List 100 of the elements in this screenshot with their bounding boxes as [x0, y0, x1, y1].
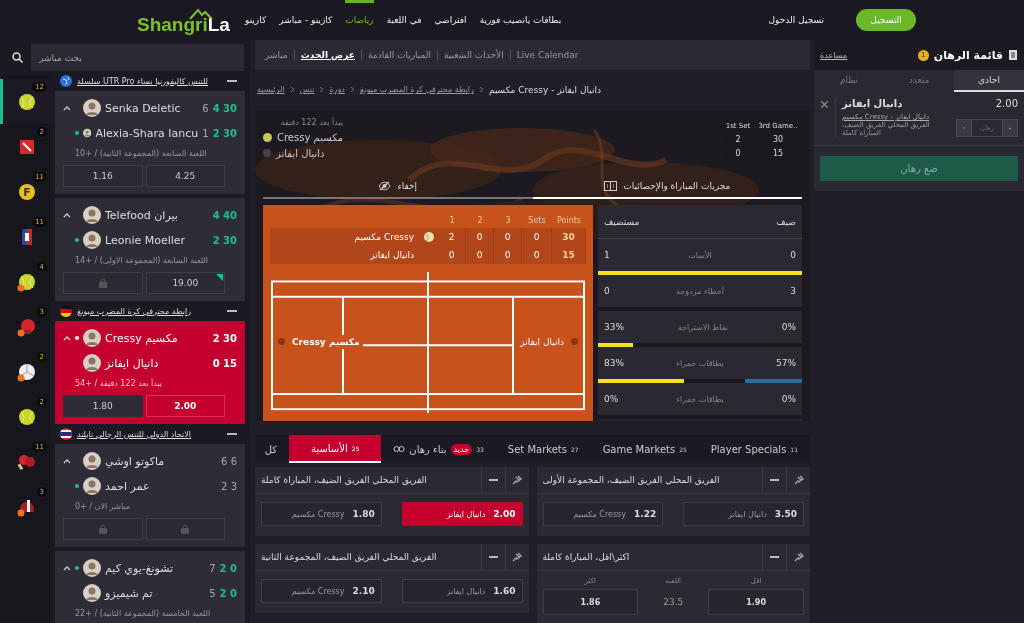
column-header: 3	[504, 215, 512, 228]
nav-link[interactable]: كازينو - مباشر	[279, 0, 333, 40]
subnav-tab[interactable]: المباريات القادمة	[361, 49, 437, 60]
odds-button[interactable]: 19.00	[145, 272, 225, 294]
help-link[interactable]: مساعدة	[820, 50, 848, 60]
player-name: Telefood بيران	[105, 208, 179, 222]
odds-button[interactable]: 4.25	[145, 165, 225, 187]
league-link[interactable]: رابطة محترفي كرة المضرب مبونغ	[77, 306, 222, 316]
stat-value: 0%	[781, 322, 796, 333]
stat-value: 3	[790, 286, 796, 297]
nav-link[interactable]: افتراضي	[434, 0, 467, 40]
player-name: عمر احمد	[105, 479, 151, 493]
stat-value: 0%	[604, 394, 619, 405]
league-link[interactable]: الاتحاد الدولي للتنس الرجالي تايلند	[77, 429, 222, 439]
player-name: Senka Deletic	[105, 101, 182, 115]
stat-label: بطاقات حمراء	[676, 358, 724, 368]
player-name: تشونغ-يوي كيم	[105, 561, 175, 575]
away-label: ضيف	[776, 216, 796, 227]
breadcrumb-link[interactable]: رابطة محترفي كرة المضرب مبونغ	[359, 85, 474, 95]
avatar-icon	[83, 559, 101, 577]
lock-icon	[181, 524, 190, 534]
logo[interactable]: ShangriLa	[137, 14, 230, 36]
nav-link[interactable]: كازينو	[245, 0, 267, 40]
stat-value: 0	[604, 286, 610, 297]
stat-label: الأسات	[688, 250, 712, 260]
player-name: دانيال ايفانز	[276, 147, 325, 159]
betslip-title: قائمة الرهان	[933, 48, 1003, 62]
lock-icon	[98, 278, 107, 288]
avatar-icon	[83, 231, 101, 249]
pin-icon	[512, 552, 522, 562]
nav-link[interactable]: في اللعبة	[386, 0, 422, 40]
player-name: Alexia-Shara Iancu	[95, 126, 199, 140]
globe-icon	[60, 75, 72, 87]
market-title: الفريق المحلي الفريق الضيف، المباراة كاملة	[260, 475, 428, 485]
eye-off-icon	[378, 181, 392, 192]
set-score: 1	[202, 127, 209, 139]
search-icon	[12, 52, 23, 63]
subnav-tab[interactable]: مباشر	[259, 49, 294, 60]
player-name: Cressy مكسيم	[105, 331, 179, 345]
tab[interactable]: إخفاء	[263, 175, 533, 200]
subnav-tab[interactable]: Live Calendar	[509, 49, 585, 60]
match-status: اللعبة السابعة (المجموعة الاولى) / +14	[74, 256, 210, 265]
lock-icon	[98, 524, 107, 534]
line-value: 23.5	[662, 597, 685, 607]
flag-icon	[60, 305, 72, 317]
match-status: يبدأ بعد 122 دقيقة / +54	[74, 379, 164, 388]
breadcrumb-link[interactable]: دورة	[329, 85, 345, 95]
search-field[interactable]: بحث مباشر	[31, 44, 244, 71]
chevron-icon	[289, 86, 295, 94]
pin-icon	[793, 475, 804, 485]
stat-value: 57%	[776, 358, 796, 369]
table-cell: 2	[438, 228, 466, 247]
league-link[interactable]: للتنس كاليفورنيا نساء UTR Pro سلسلة	[77, 76, 222, 86]
set-score: 7	[209, 562, 216, 574]
bet-odds: 2.00	[995, 98, 1018, 109]
subnav-tab[interactable]: عرض الحدث	[293, 49, 361, 60]
stat-value: 0%	[781, 394, 796, 405]
set-score: 5	[209, 587, 216, 599]
odds-button[interactable]: 1.16	[63, 165, 143, 187]
column-header: Points	[556, 215, 582, 228]
player-name: تم شيميزو	[105, 586, 154, 600]
caret-icon[interactable]	[63, 335, 71, 341]
stat-label: بطاقات حمراء	[676, 394, 724, 404]
subnav-tab[interactable]: الأحداث الشعبية	[437, 49, 510, 60]
odds-button[interactable]: 1.80	[63, 395, 143, 417]
table-cell: 0	[466, 246, 494, 265]
stat-label: أخطاء مزدوجة	[676, 286, 724, 296]
game-score: 2 30	[212, 127, 237, 139]
game-score: 2 0	[219, 587, 237, 599]
new-badge: جديد	[450, 443, 473, 455]
avatar-icon	[83, 329, 101, 347]
stat-value: 0	[790, 250, 796, 261]
set-score: 6 6	[221, 455, 237, 467]
close-icon[interactable]	[821, 101, 828, 108]
market-title: الفريق المحلي الفريق الضيف، المجموعة الأولى	[541, 475, 721, 485]
game-score: 4 40	[212, 209, 237, 221]
odds-button[interactable]: 1.90	[708, 589, 804, 615]
nav-link[interactable]: بطاقات يانصيب فورية	[479, 0, 562, 40]
login-link[interactable]: تسجيل الدخول	[768, 15, 824, 25]
odds-button[interactable]: 1.86	[542, 589, 639, 615]
column-header: 2	[476, 215, 484, 228]
player-dot	[571, 338, 578, 346]
caret-icon[interactable]	[63, 458, 71, 464]
table-cell: 0	[522, 246, 552, 265]
odds-button[interactable]: 2.00	[145, 395, 225, 417]
match-status: مباشر الان / +0	[74, 502, 132, 511]
caret-icon[interactable]	[63, 212, 71, 218]
stat-value: 83%	[604, 358, 624, 369]
caret-icon[interactable]	[63, 565, 71, 571]
caret-icon[interactable]	[63, 105, 71, 111]
tab[interactable]: مجريات المباراة والإحصائيات	[532, 175, 802, 200]
match-status: اللعبة السابعة (المجموعة الثانية) / +10	[74, 149, 208, 158]
tennis-ball-icon	[424, 232, 434, 243]
scoreboard-icon	[604, 181, 618, 192]
breadcrumb-link[interactable]: تنس	[299, 85, 315, 95]
start-time: يبدأ بعد 122 دقيقة	[279, 117, 344, 127]
betslip-tab[interactable]: احادي	[954, 70, 1024, 92]
breadcrumb-link[interactable]: الرئيسية	[257, 85, 285, 95]
player-name: دانيال ايفانز	[270, 246, 420, 265]
market-tab[interactable]: كل	[252, 435, 290, 463]
